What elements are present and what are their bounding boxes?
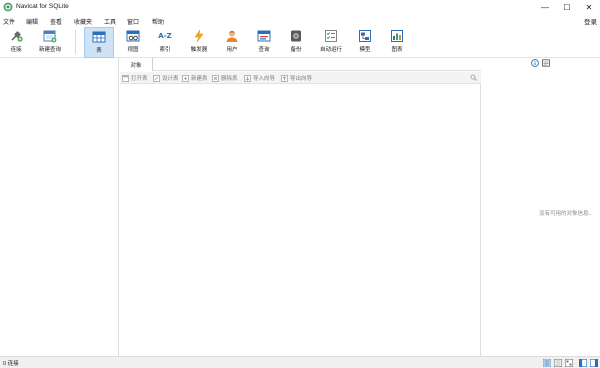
minimize-icon: — bbox=[541, 3, 549, 12]
open-table-button[interactable]: 打开表 bbox=[122, 74, 148, 82]
model-button[interactable]: 模型 bbox=[352, 27, 378, 58]
model-label: 模型 bbox=[359, 47, 371, 53]
connection-count: 0 连接 bbox=[3, 361, 19, 367]
menu-window[interactable]: 窗口 bbox=[127, 17, 139, 26]
connect-label: 连接 bbox=[10, 47, 22, 53]
new-query-button[interactable]: 新建查询 bbox=[34, 27, 66, 58]
chart-button[interactable]: 图表 bbox=[384, 27, 410, 58]
delete-table-label: 删除表 bbox=[221, 76, 238, 82]
export-wizard-button[interactable]: 导出向导 bbox=[281, 74, 312, 82]
new-table-label: 新建表 bbox=[191, 76, 208, 82]
toggle-left-panel-icon[interactable] bbox=[579, 359, 587, 367]
menu-file[interactable]: 文件 bbox=[3, 17, 15, 26]
index-icon: A-Z bbox=[157, 29, 173, 43]
tab-bar: 对象 bbox=[120, 58, 481, 71]
import-wizard-button[interactable]: 导入向导 bbox=[244, 74, 275, 82]
er-diagram-view-icon[interactable] bbox=[565, 359, 573, 367]
new-query-label: 新建查询 bbox=[38, 47, 61, 53]
index-button[interactable]: A-Z 索引 bbox=[152, 27, 178, 58]
connection-tree-panel[interactable] bbox=[0, 58, 119, 356]
view-label: 视图 bbox=[127, 47, 139, 53]
chart-icon bbox=[389, 29, 405, 43]
trigger-button[interactable]: 触发器 bbox=[185, 27, 213, 58]
maximize-button[interactable]: ☐ bbox=[556, 0, 578, 15]
query-button[interactable]: 查询 bbox=[251, 27, 277, 58]
connect-button[interactable]: 连接 bbox=[2, 27, 30, 58]
table-button[interactable]: 表 bbox=[84, 27, 114, 58]
trigger-label: 触发器 bbox=[190, 47, 208, 53]
minimize-button[interactable]: — bbox=[534, 0, 556, 15]
object-toolbar: 打开表 设计表 新建表 删除表 导入向导 导出向导 bbox=[120, 72, 481, 84]
design-table-button[interactable]: 设计表 bbox=[153, 74, 179, 82]
toggle-right-panel-icon[interactable] bbox=[590, 359, 598, 367]
new-query-icon bbox=[42, 29, 58, 43]
search-icon[interactable] bbox=[470, 74, 477, 81]
detail-view-icon[interactable] bbox=[554, 359, 562, 367]
backup-icon bbox=[288, 29, 304, 43]
backup-button[interactable]: 备份 bbox=[283, 27, 309, 58]
import-wizard-label: 导入向导 bbox=[253, 76, 276, 82]
tab-objects-label: 对象 bbox=[130, 62, 142, 69]
delete-table-icon bbox=[212, 74, 219, 82]
maximize-icon: ☐ bbox=[563, 3, 571, 12]
close-icon: ✕ bbox=[585, 3, 593, 12]
info-panel: 没有可用的对象信息。 bbox=[482, 58, 600, 356]
delete-table-button[interactable]: 删除表 bbox=[212, 74, 238, 82]
export-wizard-label: 导出向导 bbox=[290, 76, 313, 82]
new-table-button[interactable]: 新建表 bbox=[182, 74, 208, 82]
navicat-logo-icon bbox=[3, 2, 13, 12]
menu-favorites[interactable]: 收藏夹 bbox=[74, 17, 92, 26]
list-view-icon[interactable] bbox=[543, 359, 551, 367]
close-button[interactable]: ✕ bbox=[578, 0, 600, 15]
ddl-icon[interactable] bbox=[542, 59, 550, 67]
menu-view[interactable]: 查看 bbox=[50, 17, 62, 26]
new-table-icon bbox=[182, 74, 189, 82]
index-glyph: A-Z bbox=[158, 32, 172, 40]
open-table-icon bbox=[122, 74, 129, 82]
query-label: 查询 bbox=[258, 47, 270, 53]
user-label: 用户 bbox=[226, 47, 238, 53]
toolbar-divider bbox=[75, 30, 76, 54]
design-table-label: 设计表 bbox=[162, 76, 179, 82]
automation-icon bbox=[323, 29, 339, 43]
model-icon bbox=[357, 29, 373, 43]
menu-bar: 文件 编辑 查看 收藏夹 工具 窗口 帮助 登录 bbox=[0, 15, 600, 27]
view-icon bbox=[125, 29, 141, 43]
design-table-icon bbox=[153, 74, 160, 82]
automation-label: 自动运行 bbox=[319, 47, 342, 53]
menu-tools[interactable]: 工具 bbox=[104, 17, 116, 26]
tab-objects[interactable]: 对象 bbox=[120, 58, 153, 71]
open-table-label: 打开表 bbox=[131, 76, 148, 82]
window-title: Navicat for SQLite bbox=[16, 3, 69, 10]
query-icon bbox=[256, 29, 272, 43]
info-icon[interactable] bbox=[531, 59, 539, 67]
login-link[interactable]: 登录 bbox=[584, 16, 597, 26]
status-bar: 0 连接 bbox=[0, 356, 600, 368]
import-wizard-icon bbox=[244, 74, 251, 82]
automation-button[interactable]: 自动运行 bbox=[315, 27, 347, 58]
view-button[interactable]: 视图 bbox=[119, 27, 147, 58]
user-icon bbox=[224, 29, 240, 43]
table-icon bbox=[91, 30, 107, 44]
chart-label: 图表 bbox=[391, 47, 403, 53]
plug-icon bbox=[8, 29, 24, 43]
title-bar: Navicat for SQLite — ☐ ✕ bbox=[0, 0, 600, 15]
object-list-area[interactable] bbox=[120, 84, 481, 356]
index-label: 索引 bbox=[159, 47, 171, 53]
backup-label: 备份 bbox=[290, 47, 302, 53]
table-label: 表 bbox=[96, 48, 102, 54]
main-toolbar: 连接 新建查询 表 视图 A-Z 索引 触发器 用户 查询 备份 自动运行 模型… bbox=[0, 27, 600, 58]
user-button[interactable]: 用户 bbox=[219, 27, 245, 58]
trigger-icon bbox=[191, 29, 207, 43]
menu-edit[interactable]: 编辑 bbox=[26, 17, 38, 26]
empty-info-message: 没有可用的对象信息。 bbox=[538, 211, 594, 217]
menu-help[interactable]: 帮助 bbox=[152, 17, 164, 26]
export-wizard-icon bbox=[281, 74, 288, 82]
